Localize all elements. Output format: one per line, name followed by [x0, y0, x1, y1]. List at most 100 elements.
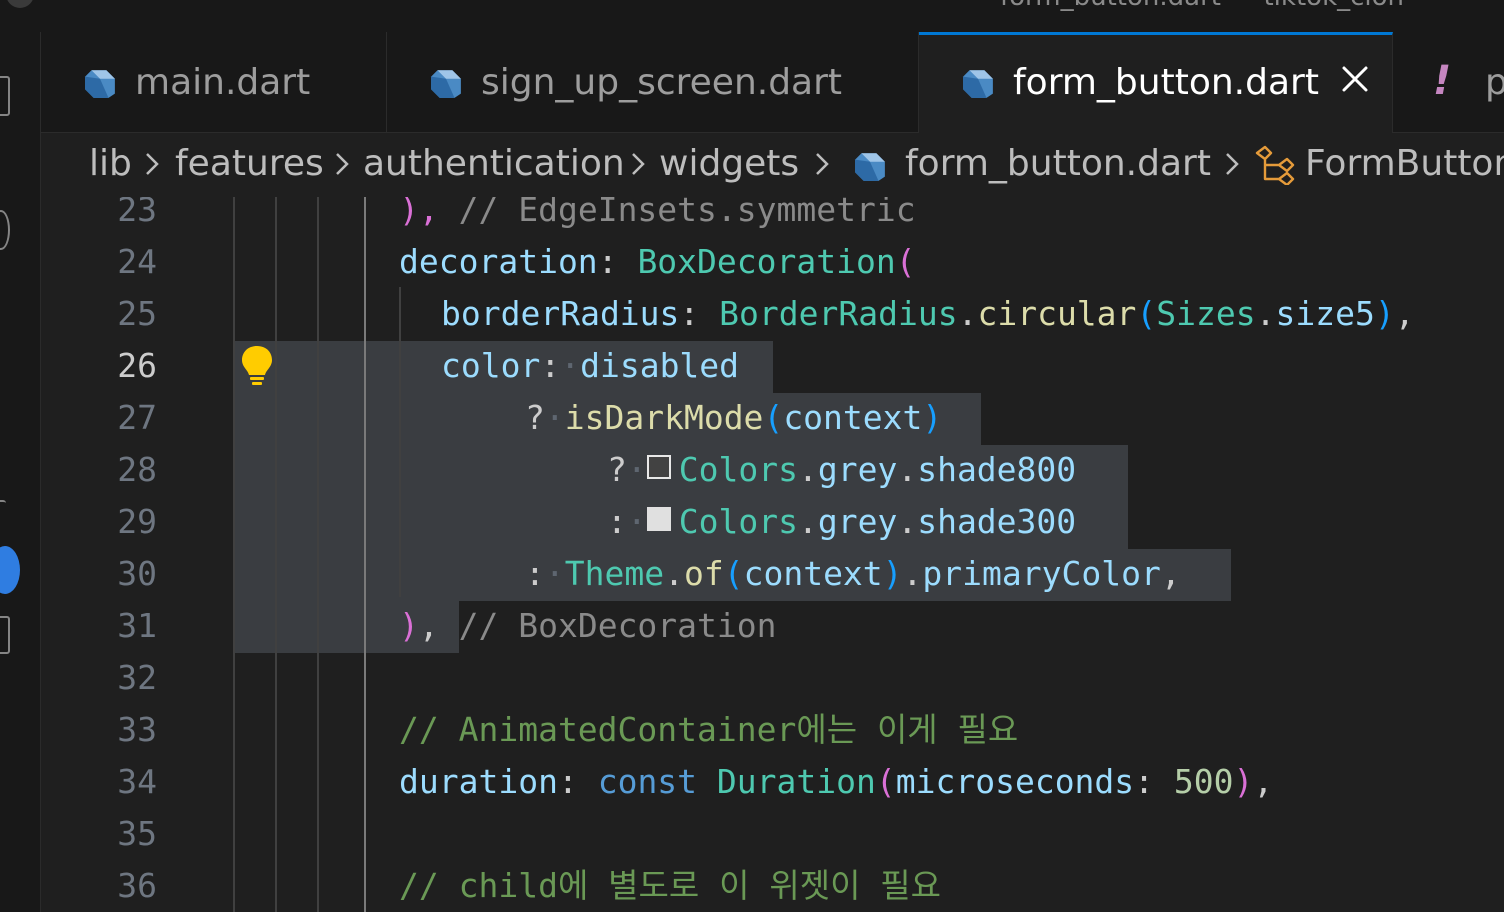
line-number: 34	[117, 762, 157, 801]
line-number: 33	[117, 710, 157, 749]
code-token: duration	[399, 762, 558, 801]
line-number: 29	[117, 502, 157, 541]
indent-guide	[317, 197, 319, 912]
indent-guide	[399, 287, 401, 597]
title-bar: form_button.dart — tiktok_clon	[0, 0, 1504, 33]
code-line[interactable]: borderRadius: BorderRadius.circular(Size…	[441, 288, 1415, 340]
line-number: 31	[117, 606, 157, 645]
code-token: Duration	[716, 762, 876, 801]
chevron-right-icon	[632, 153, 645, 175]
code-token: :	[1134, 762, 1174, 801]
line-number: 28	[117, 450, 157, 489]
code-token: disabled	[580, 346, 740, 385]
chevron-right-icon	[146, 153, 159, 175]
code-line[interactable]: ), // EdgeInsets.symmetric	[399, 197, 916, 236]
breadcrumb-item-file[interactable]: form_button.dart	[905, 143, 1211, 184]
code-token: Colors	[678, 502, 798, 541]
code-line[interactable]: decoration: BoxDecoration(	[399, 236, 916, 288]
code-token: ?	[607, 450, 627, 489]
code-token: circular	[977, 294, 1137, 333]
code-token: of	[683, 554, 724, 593]
tab-form-button-dart[interactable]: form_button.dart	[919, 32, 1393, 133]
code-line[interactable]: :·Theme.of(context).primaryColor,	[525, 548, 1181, 600]
code-token: grey	[817, 502, 898, 541]
color-swatch-icon[interactable]	[646, 455, 671, 479]
editor-tabs: main.dart sign_up_screen.dart form_butto…	[41, 32, 1504, 133]
code-token: (	[723, 554, 744, 593]
breadcrumb-item-widgets[interactable]: widgets	[659, 143, 799, 184]
code-line[interactable]: ), // BoxDecoration	[399, 600, 777, 652]
code-editor[interactable]: 23 24 25 26 27 28 29 30 31 32 33 34 35 3…	[41, 197, 1504, 912]
code-token: .	[1255, 294, 1276, 333]
breadcrumb-item-class[interactable]: FormButton	[1305, 143, 1504, 184]
color-swatch-icon[interactable]	[646, 507, 671, 531]
badge-icon[interactable]	[0, 546, 20, 594]
tab-label: p	[1485, 62, 1504, 103]
window-control-dot[interactable]	[6, 0, 34, 8]
code-token: ,	[1253, 762, 1274, 801]
source-control-icon[interactable]	[0, 500, 6, 520]
explorer-icon[interactable]	[0, 76, 10, 116]
code-token: :	[557, 762, 598, 801]
breadcrumb-item-authentication[interactable]: authentication	[363, 143, 625, 184]
breadcrumb: lib features authentication widgets form…	[41, 133, 1504, 197]
code-line[interactable]: :· Colors.grey.shade300	[607, 496, 1076, 548]
line-number: 30	[117, 554, 157, 593]
breadcrumb-item-features[interactable]: features	[175, 143, 324, 184]
code-token: :	[597, 242, 638, 281]
code-token: primaryColor	[922, 554, 1161, 593]
code-token: .	[902, 554, 923, 593]
dart-file-icon	[85, 70, 115, 98]
extensions-icon[interactable]	[0, 616, 10, 654]
code-token: // BoxDecoration	[458, 606, 777, 645]
code-token: :	[607, 502, 627, 541]
code-token: size5	[1275, 294, 1375, 333]
code-line[interactable]: ?· Colors.grey.shade800	[607, 444, 1076, 496]
code-token: shade800	[917, 450, 1077, 489]
code-line[interactable]: // child에 별도로 이 위젯이 필요	[399, 860, 941, 912]
code-line[interactable]: color:·disabled	[441, 340, 739, 392]
code-token: context	[743, 554, 883, 593]
code-token: Theme	[564, 554, 665, 593]
dart-file-icon	[963, 70, 993, 98]
line-number: 27	[117, 398, 157, 437]
code-token: Sizes	[1156, 294, 1256, 333]
code-token: Colors	[678, 450, 798, 489]
code-token: borderRadius	[441, 294, 680, 333]
line-number: 36	[117, 866, 157, 905]
code-token: grey	[817, 450, 898, 489]
code-token: :	[525, 554, 545, 593]
code-token: shade300	[917, 502, 1077, 541]
lightbulb-icon[interactable]	[237, 343, 277, 387]
code-token: .	[797, 450, 818, 489]
line-number: 25	[117, 294, 157, 333]
code-token: BorderRadius	[719, 294, 958, 333]
tab-sign-up-screen-dart[interactable]: sign_up_screen.dart	[387, 32, 919, 132]
code-token: )	[882, 554, 903, 593]
indent-guide	[364, 197, 366, 912]
code-line[interactable]: duration: const Duration(microseconds: 5…	[399, 756, 1273, 808]
code-token: )	[922, 398, 943, 437]
chevron-right-icon	[336, 153, 349, 175]
code-line[interactable]: // AnimatedContainer에는 이게 필요	[399, 704, 1018, 756]
code-token: // child에 별도로 이 위젯이 필요	[399, 866, 942, 905]
search-icon[interactable]	[0, 210, 10, 250]
tab-p[interactable]: ! p	[1393, 32, 1504, 132]
breadcrumb-item-lib[interactable]: lib	[89, 143, 132, 184]
dart-file-icon	[431, 70, 461, 98]
code-token: .	[957, 294, 978, 333]
code-token: ,	[1160, 554, 1181, 593]
chevron-right-icon	[816, 153, 829, 175]
code-token: ·	[626, 450, 647, 489]
tab-main-dart[interactable]: main.dart	[41, 32, 387, 132]
code-token: .	[897, 450, 918, 489]
tab-label: form_button.dart	[1013, 62, 1319, 103]
close-icon[interactable]	[1337, 61, 1373, 97]
dart-file-icon	[855, 153, 885, 181]
window-title: form_button.dart — tiktok_clon	[1000, 0, 1404, 12]
code-line[interactable]: ?·isDarkMode(context)	[525, 392, 942, 444]
code-token: (	[763, 398, 784, 437]
code-token: ·	[560, 346, 581, 385]
